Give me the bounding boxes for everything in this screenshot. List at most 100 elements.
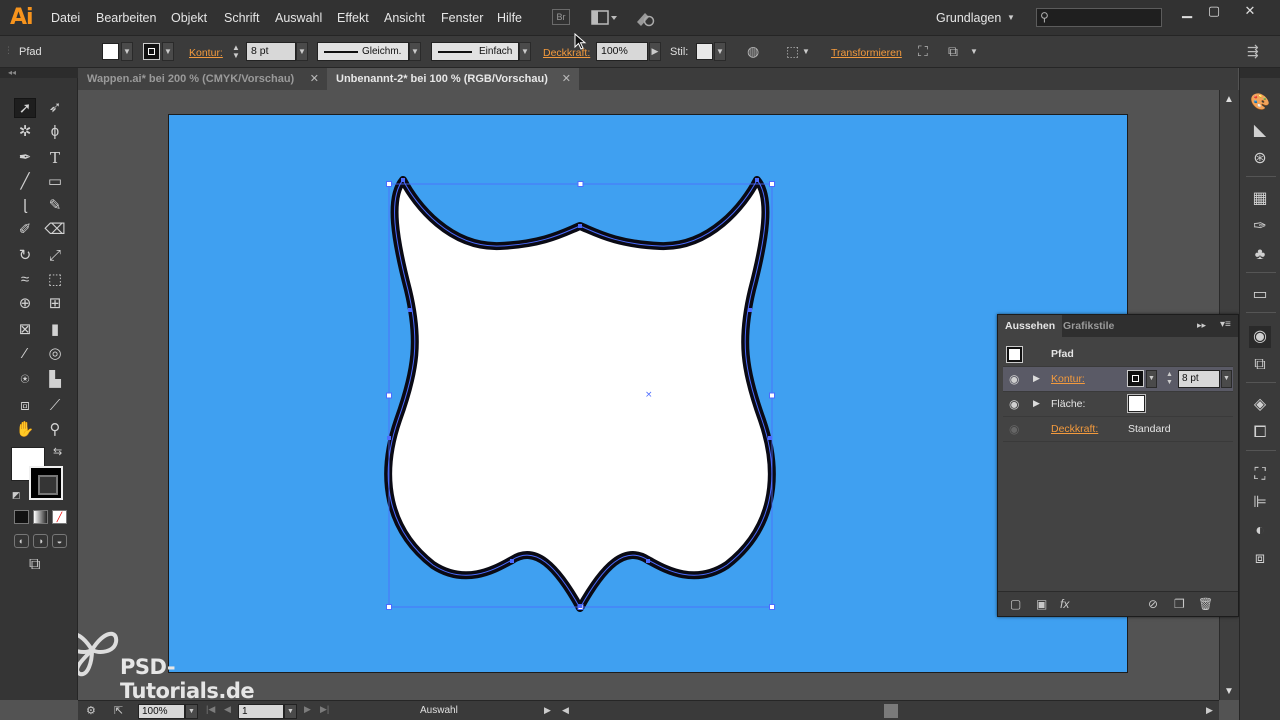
maximize-button[interactable]: ▢ [1203, 3, 1225, 19]
transform-again-icon[interactable]: ⧉ [948, 43, 958, 60]
artboards-panel-icon[interactable]: ⧠ [1249, 422, 1271, 444]
isolate-selection-icon[interactable]: ⛶ [918, 43, 928, 60]
zoom-field[interactable]: 100% [138, 704, 185, 719]
stroke-color-box[interactable] [29, 466, 63, 500]
lasso-tool-icon[interactable]: ϕ [44, 122, 66, 142]
tab-wappen[interactable]: Wappen.ai* bei 200 % (CMYK/Vorschau) ✕ [78, 68, 327, 90]
mesh-tool-icon[interactable]: ⊠ [14, 320, 36, 340]
slice-tool-icon[interactable]: ⟋ [44, 396, 66, 416]
perspective-grid-tool-icon[interactable]: ⊞ [44, 294, 66, 314]
close-tab-unbenannt-icon[interactable]: ✕ [562, 68, 571, 90]
stroke-weight-dropdown[interactable]: ▼ [296, 42, 308, 61]
add-new-stroke-icon[interactable]: ▢ [1010, 597, 1021, 611]
graphic-style-swatch[interactable] [696, 43, 713, 60]
scroll-up-arrow-icon[interactable]: ▲ [1224, 94, 1234, 105]
scroll-down-arrow-icon[interactable]: ▼ [1224, 686, 1234, 697]
recolor-artwork-icon[interactable]: ◍ [747, 43, 759, 60]
workspace-switcher[interactable]: Grundlagen [936, 11, 1001, 25]
shape-builder-tool-icon[interactable]: ⊕ [14, 294, 36, 314]
rectangle-tool-icon[interactable]: ▭ [44, 172, 66, 192]
tab-aussehen[interactable]: Aussehen [998, 315, 1063, 337]
arrange-documents-icon[interactable] [590, 8, 618, 28]
dock-collapse[interactable] [1240, 68, 1280, 78]
artboard-dropdown[interactable]: ▼ [284, 704, 297, 719]
grip-icon[interactable]: ⋮ [4, 45, 13, 56]
swatches-panel-icon[interactable]: ▦ [1249, 188, 1271, 210]
align-panel-icon[interactable]: ⊫ [1249, 492, 1271, 514]
gradient-tool-icon[interactable]: ▮ [44, 320, 66, 340]
collapse-panel-icon[interactable]: ▸▸ [1197, 320, 1206, 331]
status-options-icon[interactable]: ▶ [544, 705, 551, 716]
transparency-panel-icon[interactable]: ⧈ [1249, 548, 1271, 570]
eyedropper-tool-icon[interactable]: ⁄ [14, 344, 36, 364]
opacity-link[interactable]: Deckkraft: [1051, 423, 1098, 435]
fill-visibility-eye-icon[interactable]: ◉ [1009, 397, 1019, 411]
stroke-weight-input[interactable]: 8 pt [1178, 370, 1220, 388]
menu-effekt[interactable]: Effekt [337, 11, 369, 25]
swap-fill-stroke-icon[interactable]: ⇆ [53, 445, 62, 458]
zoom-tool-icon[interactable]: ⚲ [44, 420, 66, 440]
selection-tool-icon[interactable]: ➚ [14, 98, 36, 118]
opacity-visibility-eye-icon[interactable]: ◉ [1009, 422, 1019, 436]
stroke-color-dropdown[interactable]: ▼ [1146, 370, 1157, 388]
align-chevron-down-icon[interactable]: ▼ [802, 47, 810, 56]
color-mode-icon[interactable] [14, 510, 29, 524]
brush-dropdown[interactable]: ▼ [519, 42, 531, 61]
color-panel-icon[interactable]: 🎨 [1249, 92, 1271, 114]
opacity-field[interactable]: 100% [596, 42, 648, 61]
fill-expand-triangle-icon[interactable]: ▶ [1033, 398, 1040, 409]
stroke-weight-stepper[interactable]: ▲ ▼ [232, 44, 240, 60]
tools-panel-collapse[interactable]: ◂◂ [0, 68, 78, 78]
brushes-panel-icon[interactable]: ✑ [1249, 216, 1271, 238]
horizontal-scroll-thumb[interactable] [884, 704, 898, 718]
screen-mode-icon[interactable]: ⧉ [29, 556, 40, 574]
variable-width-profile[interactable]: Gleichm. [317, 42, 409, 61]
transform-panel-icon[interactable]: ⛶ [1249, 464, 1271, 486]
add-new-fill-icon[interactable]: ▣ [1036, 597, 1047, 611]
none-mode-icon[interactable]: ╱ [52, 510, 67, 524]
stroke-visibility-eye-icon[interactable]: ◉ [1009, 372, 1019, 386]
help-search-input[interactable] [1037, 9, 1161, 26]
duplicate-item-icon[interactable]: ❐ [1174, 597, 1185, 611]
scale-tool-icon[interactable]: ⤢ [44, 246, 66, 266]
blend-tool-icon[interactable]: ◎ [44, 344, 66, 364]
crest-shape[interactable] [388, 180, 772, 608]
fill-color-swatch[interactable] [1128, 395, 1145, 412]
rotate-tool-icon[interactable]: ↻ [14, 246, 36, 266]
opacity-slider-toggle[interactable]: ▶ [649, 42, 661, 61]
menu-hilfe[interactable]: Hilfe [497, 11, 522, 25]
brush-definition[interactable]: Einfach [431, 42, 519, 61]
appearance-stroke-row[interactable]: ◉ ▶ Kontur: ▼ ▲ ▼ 8 pt ▼ [1003, 367, 1233, 392]
pen-tool-icon[interactable]: ✒ [14, 148, 36, 168]
layers-panel-icon[interactable]: ◈ [1249, 394, 1271, 416]
add-new-effect-icon[interactable]: fx [1060, 597, 1069, 611]
default-colors-icon[interactable]: ◩ [12, 490, 21, 501]
pencil-tool-icon[interactable]: ✎ [44, 196, 66, 216]
delete-item-icon[interactable]: 🗑 [1198, 597, 1213, 611]
appearance-fill-row[interactable]: ◉ ▶ Fläche: [1003, 392, 1233, 417]
minimize-button[interactable]: ▁ [1176, 3, 1198, 19]
appearance-object-row[interactable]: Pfad [1003, 342, 1233, 367]
draw-normal-icon[interactable]: ◐ [14, 534, 29, 548]
free-transform-tool-icon[interactable]: ⬚ [44, 270, 66, 290]
artboard-number-field[interactable]: 1 [238, 704, 284, 719]
status-menu-icon[interactable]: ⚙ [86, 704, 96, 717]
stroke-panel-link[interactable]: Kontur: [189, 47, 223, 59]
stroke-link[interactable]: Kontur: [1051, 373, 1085, 385]
paintbrush-tool-icon[interactable]: ɭ [14, 196, 36, 216]
magic-wand-tool-icon[interactable]: ✲ [14, 122, 36, 142]
stroke-swatch[interactable] [143, 43, 160, 60]
stroke-dropdown[interactable]: ▼ [162, 42, 174, 61]
hand-tool-icon[interactable]: ✋ [14, 420, 36, 440]
menu-ansicht[interactable]: Ansicht [384, 11, 425, 25]
hscroll-left-icon[interactable]: ◀ [562, 705, 569, 716]
menu-bearbeiten[interactable]: Bearbeiten [96, 11, 156, 25]
transform-panel-link[interactable]: Transformieren [831, 47, 902, 59]
symbols-panel-icon[interactable]: ♣ [1249, 244, 1271, 266]
align-to-selection-icon[interactable]: ⬚ [786, 43, 799, 60]
first-artboard-icon[interactable]: |◀ [206, 704, 215, 715]
clear-appearance-icon[interactable]: ⊘ [1148, 597, 1158, 611]
menu-schrift[interactable]: Schrift [224, 11, 259, 25]
stroke-weight-dropdown-panel[interactable]: ▼ [1221, 370, 1232, 388]
workspace-chevron-down-icon[interactable]: ▼ [1007, 13, 1015, 22]
